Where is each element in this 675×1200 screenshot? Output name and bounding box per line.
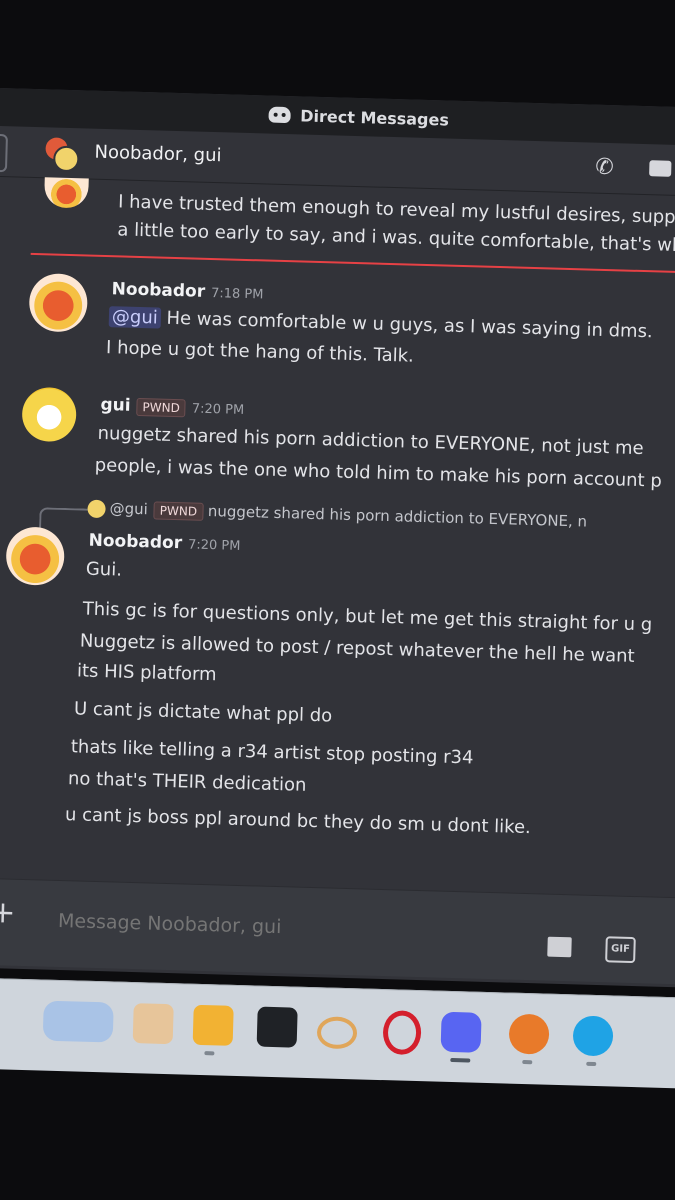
message-line: I hope u got the hang of this. Talk. bbox=[105, 337, 415, 367]
message-list[interactable]: I have trusted them enough to reveal my … bbox=[0, 176, 675, 886]
taskbar bbox=[0, 977, 675, 1089]
plus-icon[interactable]: + bbox=[0, 895, 16, 931]
discord-icon[interactable] bbox=[440, 1011, 482, 1053]
edge-icon[interactable] bbox=[572, 1015, 614, 1057]
running-indicator bbox=[586, 1061, 597, 1067]
running-indicator bbox=[522, 1059, 533, 1065]
hat-app-icon[interactable] bbox=[316, 1016, 358, 1050]
opera-icon[interactable] bbox=[382, 1010, 422, 1056]
reply-text: nuggetz shared his porn addiction to EVE… bbox=[207, 501, 588, 531]
message-line: This gc is for questions only, but let m… bbox=[82, 598, 653, 636]
message-line: no that's THEIR dedication bbox=[67, 768, 307, 796]
message-line: u cant js boss ppl around bc they do sm … bbox=[64, 804, 532, 839]
channel-name: Noobador, gui bbox=[94, 141, 222, 167]
discord-window: Direct Messages Noobador, gui ✆ I have t… bbox=[0, 87, 675, 988]
video-icon[interactable] bbox=[649, 160, 672, 177]
running-indicator bbox=[204, 1051, 215, 1056]
reply-preview[interactable]: @gui PWND nuggetz shared his porn addicti… bbox=[87, 499, 587, 532]
weather-widget-icon[interactable] bbox=[42, 1000, 114, 1043]
timestamp: 7:18 PM bbox=[210, 285, 264, 303]
avatar[interactable] bbox=[43, 177, 89, 209]
message-line: nuggetz shared his porn addiction to EVE… bbox=[97, 422, 644, 460]
new-messages-divider bbox=[30, 252, 675, 275]
author-name[interactable]: gui bbox=[100, 395, 131, 416]
roblox-icon[interactable] bbox=[256, 1006, 298, 1048]
message-line: @gui He was comfortable w u guys, as I w… bbox=[108, 306, 653, 343]
message-text: He was comfortable w u guys, as I was sa… bbox=[166, 307, 653, 343]
gift-icon[interactable] bbox=[547, 936, 572, 958]
gif-icon[interactable]: GIF bbox=[605, 936, 636, 964]
message-line: its HIS platform bbox=[76, 660, 217, 686]
monitor: Direct Messages Noobador, gui ✆ I have t… bbox=[0, 62, 675, 1089]
timestamp: 7:20 PM bbox=[187, 537, 241, 554]
sidebar-toggle[interactable] bbox=[0, 133, 8, 173]
discord-logo-icon bbox=[268, 106, 291, 124]
avatar[interactable] bbox=[5, 526, 66, 586]
reply-avatar-icon bbox=[87, 499, 106, 518]
window-title: Direct Messages bbox=[300, 105, 450, 130]
user-mention[interactable]: @gui bbox=[108, 306, 162, 329]
author-name[interactable]: Noobador bbox=[88, 531, 182, 554]
message-header: gui PWND 7:20 PM bbox=[100, 395, 244, 419]
folder-icon[interactable] bbox=[192, 1004, 234, 1046]
message-line: people, i was the one who told him to ma… bbox=[94, 454, 663, 492]
message-input[interactable] bbox=[55, 908, 501, 946]
message-line: Gui. bbox=[85, 558, 123, 581]
pwnd-badge: PWND bbox=[153, 501, 204, 521]
message-composer: + GIF bbox=[0, 877, 675, 985]
message-line: U cant js dictate what ppl do bbox=[73, 698, 333, 727]
avatar[interactable] bbox=[28, 272, 89, 333]
author-name[interactable]: Noobador bbox=[111, 279, 205, 302]
reply-mention: @gui bbox=[109, 499, 149, 519]
message-header: Noobador 7:18 PM bbox=[111, 279, 263, 303]
call-icon[interactable]: ✆ bbox=[595, 155, 614, 181]
timestamp: 7:20 PM bbox=[191, 401, 245, 418]
message-line: Nuggetz is allowed to post / repost what… bbox=[79, 630, 635, 667]
files-icon[interactable] bbox=[132, 1003, 174, 1045]
group-avatar-icon bbox=[45, 137, 80, 173]
active-indicator bbox=[450, 1057, 471, 1063]
message-header: Noobador 7:20 PM bbox=[88, 531, 240, 555]
message-line: thats like telling a r34 artist stop pos… bbox=[70, 736, 474, 769]
fl-studio-icon[interactable] bbox=[508, 1013, 550, 1055]
pwnd-badge: PWND bbox=[136, 397, 187, 418]
avatar[interactable] bbox=[21, 386, 77, 443]
